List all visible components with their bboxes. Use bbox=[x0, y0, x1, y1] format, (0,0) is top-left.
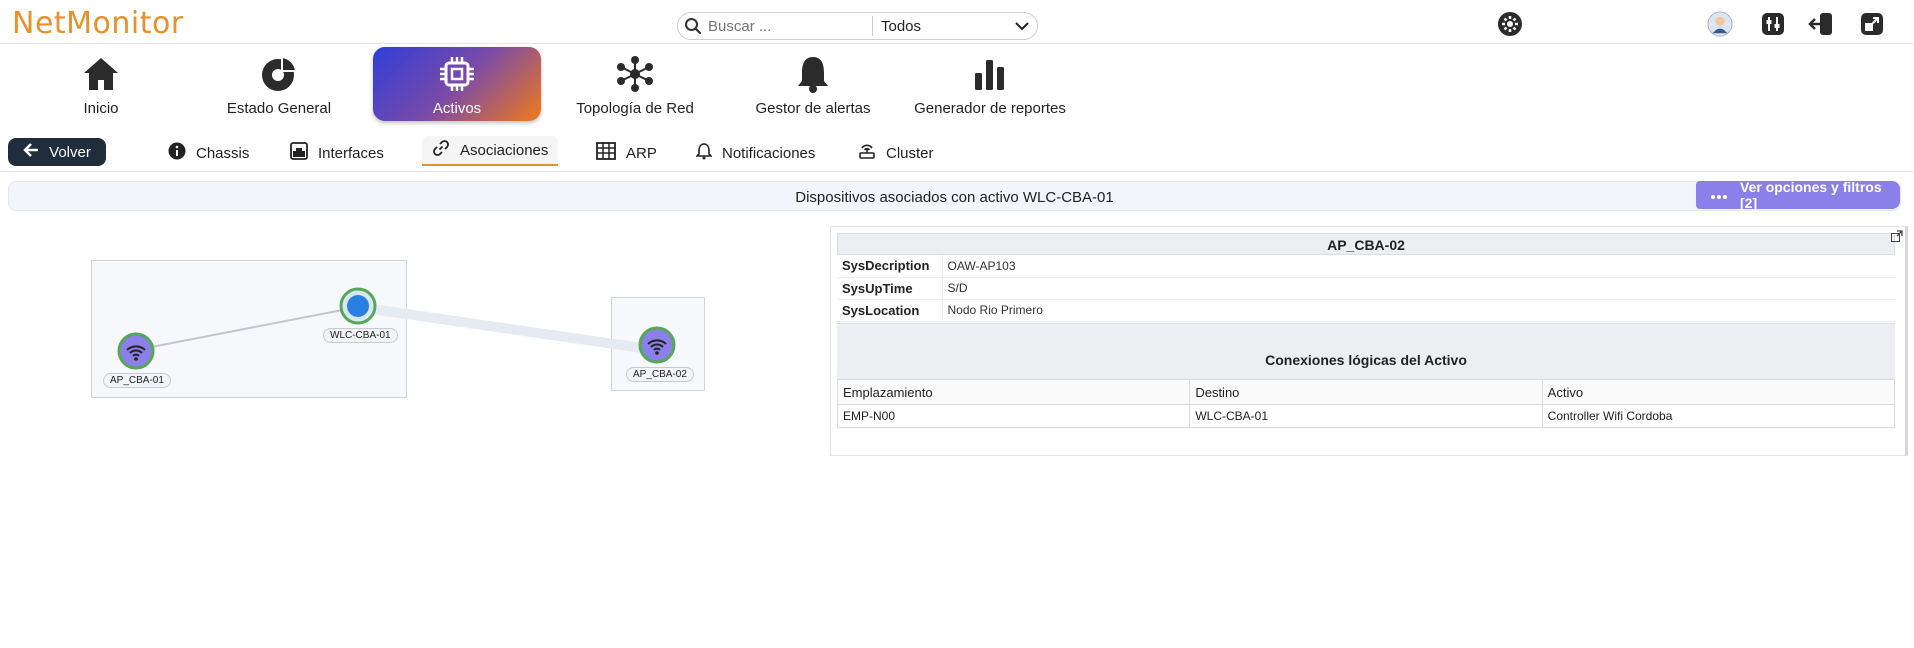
tab-asociaciones[interactable]: Asociaciones bbox=[422, 136, 559, 166]
home-icon bbox=[82, 54, 120, 94]
node-label: WLC-CBA-01 bbox=[323, 328, 398, 343]
nav-item-topologia[interactable]: Topología de Red bbox=[550, 47, 720, 121]
sys-info-table: SysDecription OAW-AP103 SysUpTime S/D Sy… bbox=[837, 255, 1895, 322]
search-input[interactable] bbox=[708, 17, 868, 35]
settings-gear-icon[interactable] bbox=[1497, 11, 1523, 37]
sliders-icon[interactable] bbox=[1760, 11, 1786, 37]
table-row[interactable]: EMP-N00 WLC-CBA-01 Controller Wifi Cordo… bbox=[836, 404, 1896, 428]
table-row: SysLocation Nodo Rio Primero bbox=[837, 299, 1895, 322]
page-title: Dispositivos asociados con activo WLC-CB… bbox=[795, 189, 1114, 206]
nav-label: Inicio bbox=[83, 100, 119, 117]
bell-icon bbox=[796, 54, 830, 94]
logout-icon[interactable] bbox=[1808, 11, 1834, 37]
nav-label: Gestor de alertas bbox=[755, 100, 871, 117]
bell-icon bbox=[695, 142, 713, 164]
nav-label: Activos bbox=[432, 100, 482, 117]
search-scope-value: Todos bbox=[881, 17, 922, 35]
node-label: AP_CBA-02 bbox=[626, 367, 694, 382]
tab-label: Notificaciones bbox=[722, 144, 816, 162]
tab-label: Cluster bbox=[886, 144, 934, 162]
back-label: Volver bbox=[49, 143, 91, 161]
controller-node-icon[interactable] bbox=[339, 287, 377, 330]
app-logo[interactable]: NetMonitor bbox=[12, 6, 184, 41]
more-dots-icon bbox=[1710, 187, 1728, 203]
field-key: SysUpTime bbox=[837, 277, 943, 300]
table-header-row: Emplazamiento Destino Activo bbox=[836, 379, 1896, 405]
arrow-left-icon bbox=[23, 143, 39, 161]
tab-cluster[interactable]: Cluster bbox=[858, 140, 934, 166]
bar-chart-icon bbox=[973, 54, 1007, 94]
tab-label: Interfaces bbox=[318, 144, 384, 162]
search-scope-select[interactable]: Todos bbox=[873, 18, 1037, 35]
table-cell: WLC-CBA-01 bbox=[1189, 404, 1543, 428]
search-icon[interactable] bbox=[678, 13, 708, 39]
table-row: SysUpTime S/D bbox=[837, 277, 1895, 300]
tab-notificaciones[interactable]: Notificaciones bbox=[695, 140, 816, 166]
interface-icon bbox=[290, 142, 308, 164]
tab-interfaces[interactable]: Interfaces bbox=[290, 140, 384, 166]
back-button[interactable]: Volver bbox=[8, 138, 106, 166]
field-value: Nodo Rio Primero bbox=[942, 299, 1895, 322]
column-header[interactable]: Emplazamiento bbox=[836, 379, 1191, 405]
expand-icon[interactable] bbox=[1891, 229, 1903, 247]
nav-item-reportes[interactable]: Generador de reportes bbox=[905, 47, 1075, 121]
options-label: Ver opciones y filtros [2] bbox=[1740, 179, 1882, 211]
tab-label: ARP bbox=[626, 144, 657, 162]
detail-title: AP_CBA-02 bbox=[837, 233, 1895, 255]
dashboard-icon bbox=[260, 54, 298, 94]
table-row: SysDecription OAW-AP103 bbox=[837, 255, 1895, 278]
view-options-filters-button[interactable]: Ver opciones y filtros [2] bbox=[1696, 179, 1900, 211]
field-key: SysDecription bbox=[837, 255, 943, 278]
chevron-down-icon bbox=[1015, 18, 1029, 35]
tab-chassis[interactable]: Chassis bbox=[168, 140, 249, 166]
switch-window-icon[interactable] bbox=[1859, 11, 1885, 37]
wifi-node-icon[interactable] bbox=[638, 326, 676, 369]
column-header[interactable]: Destino bbox=[1189, 379, 1543, 405]
tab-arp[interactable]: ARP bbox=[596, 140, 657, 166]
asset-detail-panel: AP_CBA-02 SysDecription OAW-AP103 SysUpT… bbox=[830, 226, 1908, 456]
field-key: SysLocation bbox=[837, 299, 943, 322]
nav-label: Topología de Red bbox=[576, 100, 694, 117]
nav-label: Estado General bbox=[226, 100, 332, 117]
nav-label: Generador de reportes bbox=[914, 100, 1066, 117]
associations-title-bar: Dispositivos asociados con activo WLC-CB… bbox=[8, 179, 1901, 211]
nav-item-gestor-alertas[interactable]: Gestor de alertas bbox=[728, 47, 898, 121]
search-bar: Todos bbox=[677, 12, 1038, 40]
tab-label: Chassis bbox=[196, 144, 250, 162]
chip-icon bbox=[438, 54, 476, 94]
field-value: OAW-AP103 bbox=[942, 255, 1895, 278]
tab-label: Asociaciones bbox=[460, 141, 549, 159]
top-bar: NetMonitor Todos bbox=[0, 0, 1914, 44]
table-cell: Controller Wifi Cordoba bbox=[1541, 404, 1896, 428]
table-icon bbox=[596, 142, 616, 164]
info-icon bbox=[168, 142, 186, 164]
network-topology-icon bbox=[616, 54, 654, 94]
association-graph[interactable]: AP_CBA-01 WLC-CBA-01 AP_CBA-02 bbox=[8, 225, 828, 465]
column-header[interactable]: Activo bbox=[1541, 379, 1896, 405]
field-value: S/D bbox=[942, 277, 1895, 300]
sub-nav: Volver Chassis Interfaces Asociaciones A… bbox=[0, 136, 1914, 172]
cluster-icon bbox=[858, 142, 876, 164]
nav-item-estado-general[interactable]: Estado General bbox=[194, 47, 364, 121]
connections-table: Emplazamiento Destino Activo EMP-N00 WLC… bbox=[836, 379, 1896, 428]
link-icon bbox=[432, 139, 450, 161]
table-cell: EMP-N00 bbox=[836, 404, 1191, 428]
connections-title: Conexiones lógicas del Activo bbox=[837, 323, 1895, 379]
user-avatar[interactable] bbox=[1707, 11, 1733, 37]
node-label: AP_CBA-01 bbox=[103, 373, 171, 388]
nav-item-activos[interactable]: Activos bbox=[373, 47, 541, 121]
wifi-node-icon[interactable] bbox=[117, 332, 155, 375]
nav-item-inicio[interactable]: Inicio bbox=[16, 47, 186, 121]
